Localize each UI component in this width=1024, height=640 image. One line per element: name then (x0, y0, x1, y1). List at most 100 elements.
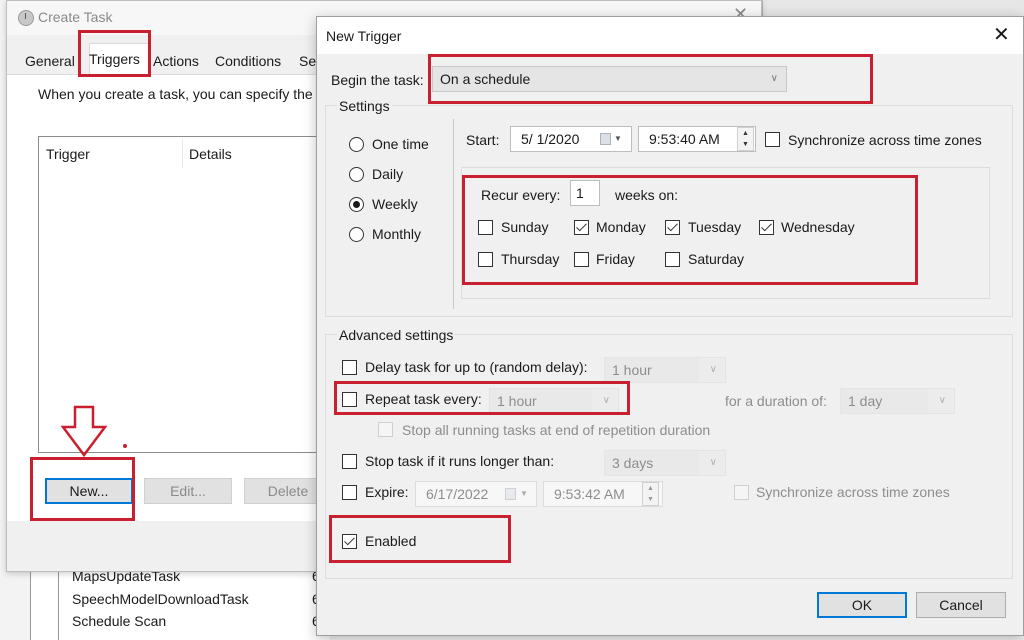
day-label-saturday[interactable]: Saturday (688, 251, 744, 267)
tab-triggers[interactable]: Triggers (89, 51, 140, 67)
expire-date-picker[interactable]: 6/17/2022 (415, 481, 537, 507)
start-date-value: 5/ 1/2020 (521, 131, 580, 147)
radio-monthly[interactable] (349, 227, 364, 242)
triggers-description: When you create a task, you can specify … (38, 86, 313, 102)
chevron-down-icon: ∨ (770, 73, 778, 84)
radio-one-time-label[interactable]: One time (372, 136, 429, 152)
day-checkbox-wednesday[interactable] (759, 220, 774, 235)
recur-every-input[interactable]: 1 (570, 180, 600, 206)
repeat-task-checkbox[interactable] (342, 392, 357, 407)
new-trigger-dialog: New Trigger ✕ Begin the task: On a sched… (316, 16, 1024, 636)
chevron-down-icon: ∨ (709, 457, 717, 468)
enabled-checkbox[interactable] (342, 534, 357, 549)
radio-weekly[interactable] (349, 197, 364, 212)
sync-time-zones-label[interactable]: Synchronize across time zones (788, 132, 982, 148)
expire-time-spinner[interactable]: ▲ ▼ (642, 482, 659, 506)
advanced-settings-label: Advanced settings (337, 327, 456, 343)
tab-conditions[interactable]: Conditions (215, 53, 281, 69)
duration-value: 1 day (848, 393, 883, 409)
start-time-spinner[interactable]: ▲ ▼ (737, 127, 754, 151)
task-row[interactable]: SpeechModelDownloadTask (72, 591, 249, 607)
stop-longer-value: 3 days (612, 455, 654, 471)
day-label-friday[interactable]: Friday (596, 251, 635, 267)
caret-down-icon[interactable]: ▼ (614, 134, 622, 143)
chevron-down-icon: ∨ (602, 395, 610, 406)
radio-one-time[interactable] (349, 137, 364, 152)
duration-select[interactable]: 1 day ∨ (840, 388, 955, 414)
radio-daily-label[interactable]: Daily (372, 166, 403, 182)
calendar-icon[interactable] (505, 488, 516, 500)
settings-label: Settings (337, 98, 392, 114)
clock-icon (18, 10, 34, 26)
calendar-icon[interactable] (600, 133, 611, 145)
day-label-tuesday[interactable]: Tuesday (688, 219, 741, 235)
chevron-down-icon: ∨ (938, 395, 946, 406)
expire-label[interactable]: Expire: (365, 484, 409, 500)
create-task-title: Create Task (38, 9, 113, 25)
column-header-trigger[interactable]: Trigger (46, 146, 90, 162)
stop-longer-label[interactable]: Stop task if it runs longer than: (365, 453, 554, 469)
expire-time-value: 9:53:42 AM (554, 486, 625, 502)
begin-task-label: Begin the task: (331, 72, 424, 88)
expire-date-value: 6/17/2022 (426, 486, 489, 502)
column-divider[interactable] (182, 138, 183, 168)
stop-longer-checkbox[interactable] (342, 454, 357, 469)
day-checkbox-thursday[interactable] (478, 252, 493, 267)
tab-actions[interactable]: Actions (153, 53, 199, 69)
begin-task-select[interactable]: On a schedule ∨ (432, 66, 787, 92)
expire-checkbox[interactable] (342, 485, 357, 500)
close-icon[interactable]: ✕ (993, 22, 1010, 47)
edit-trigger-button[interactable]: Edit... (144, 478, 232, 504)
chevron-down-icon: ∨ (709, 364, 717, 375)
sync-time-zones-checkbox[interactable] (765, 132, 780, 147)
day-label-monday[interactable]: Monday (596, 219, 646, 235)
expire-sync-label[interactable]: Synchronize across time zones (756, 484, 950, 500)
day-checkbox-friday[interactable] (574, 252, 589, 267)
new-trigger-titlebar (317, 17, 1023, 54)
stop-all-label[interactable]: Stop all running tasks at end of repetit… (402, 422, 710, 438)
radio-monthly-label[interactable]: Monthly (372, 226, 421, 242)
delay-task-label[interactable]: Delay task for up to (random delay): (365, 359, 588, 375)
start-label: Start: (466, 132, 500, 148)
column-header-details[interactable]: Details (189, 146, 232, 162)
down-arrow-annotation (60, 405, 108, 458)
day-label-wednesday[interactable]: Wednesday (781, 219, 855, 235)
new-trigger-title: New Trigger (326, 28, 402, 44)
annotation-dot (123, 444, 127, 448)
recur-every-label: Recur every: (481, 187, 561, 203)
day-checkbox-sunday[interactable] (478, 220, 493, 235)
day-label-sunday[interactable]: Sunday (501, 219, 548, 235)
stop-longer-select[interactable]: 3 days ∨ (604, 450, 726, 476)
delay-task-select[interactable]: 1 hour ∨ (604, 357, 726, 383)
delay-task-value: 1 hour (612, 362, 652, 378)
radio-weekly-label[interactable]: Weekly (372, 196, 418, 212)
spin-up-icon[interactable]: ▲ (647, 485, 654, 492)
start-time-value: 9:53:40 AM (649, 131, 720, 147)
weeks-on-label: weeks on: (615, 187, 679, 203)
caret-down-icon[interactable]: ▼ (520, 489, 528, 498)
task-row[interactable]: Schedule Scan (72, 613, 166, 629)
ok-button[interactable]: OK (817, 592, 907, 618)
day-checkbox-tuesday[interactable] (665, 220, 680, 235)
enabled-label[interactable]: Enabled (365, 533, 416, 549)
repeat-task-label[interactable]: Repeat task every: (365, 391, 482, 407)
begin-task-value: On a schedule (440, 71, 531, 87)
spin-down-icon[interactable]: ▼ (742, 141, 749, 148)
radio-daily[interactable] (349, 167, 364, 182)
delay-task-checkbox[interactable] (342, 360, 357, 375)
duration-label: for a duration of: (725, 393, 827, 409)
stop-all-checkbox[interactable] (378, 422, 393, 437)
settings-divider (453, 119, 454, 309)
repeat-task-select[interactable]: 1 hour ∨ (489, 388, 619, 414)
recur-every-value: 1 (576, 185, 584, 201)
expire-sync-checkbox[interactable] (734, 485, 749, 500)
spin-down-icon[interactable]: ▼ (647, 496, 654, 503)
repeat-task-value: 1 hour (497, 393, 537, 409)
spin-up-icon[interactable]: ▲ (742, 130, 749, 137)
day-label-thursday[interactable]: Thursday (501, 251, 559, 267)
cancel-button[interactable]: Cancel (916, 592, 1006, 618)
tab-general[interactable]: General (25, 53, 75, 69)
new-trigger-button[interactable]: New... (45, 478, 133, 504)
day-checkbox-monday[interactable] (574, 220, 589, 235)
day-checkbox-saturday[interactable] (665, 252, 680, 267)
